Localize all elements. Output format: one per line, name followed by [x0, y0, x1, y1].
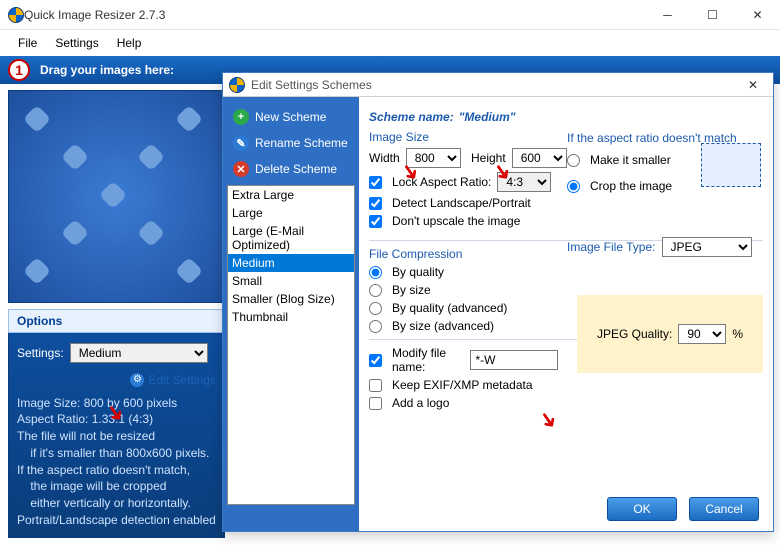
scheme-name-label: Scheme name: — [369, 110, 454, 124]
delete-scheme-button[interactable]: ✕Delete Scheme — [227, 157, 355, 181]
height-select[interactable]: 600 — [512, 148, 567, 168]
ok-button[interactable]: OK — [607, 497, 677, 521]
menubar: File Settings Help — [0, 30, 780, 56]
width-select[interactable]: 800 — [406, 148, 461, 168]
menu-settings[interactable]: Settings — [55, 36, 98, 50]
edit-settings-dialog: Edit Settings Schemes ✕ +New Scheme ✎Ren… — [222, 72, 774, 532]
dialog-close-button[interactable]: ✕ — [739, 78, 767, 92]
filetype-label: Image File Type: — [567, 240, 656, 254]
new-scheme-button[interactable]: +New Scheme — [227, 105, 355, 129]
by-quality-adv-radio[interactable] — [369, 302, 382, 315]
plus-icon: + — [233, 109, 249, 125]
dialog-title: Edit Settings Schemes — [251, 78, 739, 92]
app-icon — [8, 7, 24, 23]
detect-label: Detect Landscape/Portrait — [392, 196, 531, 210]
aspect-ratio-select[interactable]: 4:3 — [497, 172, 551, 192]
cancel-button[interactable]: Cancel — [689, 497, 759, 521]
ar-mismatch-label: If the aspect ratio doesn't match — [567, 131, 761, 145]
lock-aspect-label: Lock Aspect Ratio: — [392, 175, 491, 189]
by-size-adv-radio[interactable] — [369, 320, 382, 333]
jpeg-quality-select[interactable]: 90 — [678, 324, 726, 344]
crop-label: Crop the image — [590, 179, 672, 193]
menu-help[interactable]: Help — [117, 36, 142, 50]
crop-radio[interactable] — [567, 180, 580, 193]
info-text: Image Size: 800 by 600 pixels Aspect Rat… — [17, 395, 216, 529]
settings-label: Settings: — [17, 346, 64, 360]
scheme-item[interactable]: Smaller (Blog Size) — [228, 290, 354, 308]
modify-filename-input[interactable] — [470, 350, 558, 370]
height-label: Height — [471, 151, 506, 165]
scheme-list[interactable]: Extra LargeLargeLarge (E-Mail Optimized)… — [227, 185, 355, 505]
edit-settings-link[interactable]: ⚙ Edit Settings — [130, 373, 215, 387]
image-drop-zone[interactable] — [8, 90, 224, 303]
scheme-item[interactable]: Thumbnail — [228, 308, 354, 326]
by-size-radio[interactable] — [369, 284, 382, 297]
modify-filename-checkbox[interactable] — [369, 354, 382, 367]
gear-icon: ⚙ — [130, 373, 144, 387]
modify-filename-label: Modify file name: — [392, 346, 464, 374]
keep-exif-label: Keep EXIF/XMP metadata — [392, 378, 533, 392]
rename-scheme-button[interactable]: ✎Rename Scheme — [227, 131, 355, 155]
image-size-label: Image Size — [369, 130, 567, 144]
jpeg-quality-label: JPEG Quality: — [597, 327, 672, 341]
make-smaller-radio[interactable] — [567, 154, 580, 167]
dont-upscale-label: Don't upscale the image — [392, 214, 520, 228]
scheme-item[interactable]: Extra Large — [228, 186, 354, 204]
scheme-item[interactable]: Small — [228, 272, 354, 290]
window-title: Quick Image Resizer 2.7.3 — [24, 8, 645, 22]
scheme-item[interactable]: Large (E-Mail Optimized) — [228, 222, 354, 254]
scheme-name-value: "Medium" — [459, 110, 516, 124]
dont-upscale-checkbox[interactable] — [369, 215, 382, 228]
options-header: Options — [8, 309, 225, 333]
add-logo-checkbox[interactable] — [369, 397, 382, 410]
x-icon: ✕ — [233, 161, 249, 177]
scheme-panel: +New Scheme ✎Rename Scheme ✕Delete Schem… — [223, 97, 359, 531]
minimize-button[interactable]: ─ — [645, 0, 690, 29]
make-smaller-label: Make it smaller — [590, 153, 671, 167]
scheme-item[interactable]: Large — [228, 204, 354, 222]
lock-aspect-checkbox[interactable] — [369, 176, 382, 189]
step-text: Drag your images here: — [40, 63, 174, 77]
dialog-icon — [229, 77, 245, 93]
menu-file[interactable]: File — [18, 36, 37, 50]
main-titlebar: Quick Image Resizer 2.7.3 ─ ☐ ✕ — [0, 0, 780, 30]
maximize-button[interactable]: ☐ — [690, 0, 735, 29]
scheme-item[interactable]: Medium — [228, 254, 354, 272]
width-label: Width — [369, 151, 400, 165]
compression-label: File Compression — [369, 247, 567, 261]
detect-orientation-checkbox[interactable] — [369, 197, 382, 210]
keep-exif-checkbox[interactable] — [369, 379, 382, 392]
close-button[interactable]: ✕ — [735, 0, 780, 29]
add-logo-label: Add a logo — [392, 396, 449, 410]
jpeg-quality-box: JPEG Quality: 90 % — [577, 295, 763, 373]
by-quality-radio[interactable] — [369, 266, 382, 279]
ratio-preview — [701, 143, 761, 187]
filetype-select[interactable]: JPEG — [662, 237, 752, 257]
settings-select[interactable]: Medium — [70, 343, 208, 363]
step-badge: 1 — [8, 59, 30, 81]
pencil-icon: ✎ — [233, 135, 249, 151]
